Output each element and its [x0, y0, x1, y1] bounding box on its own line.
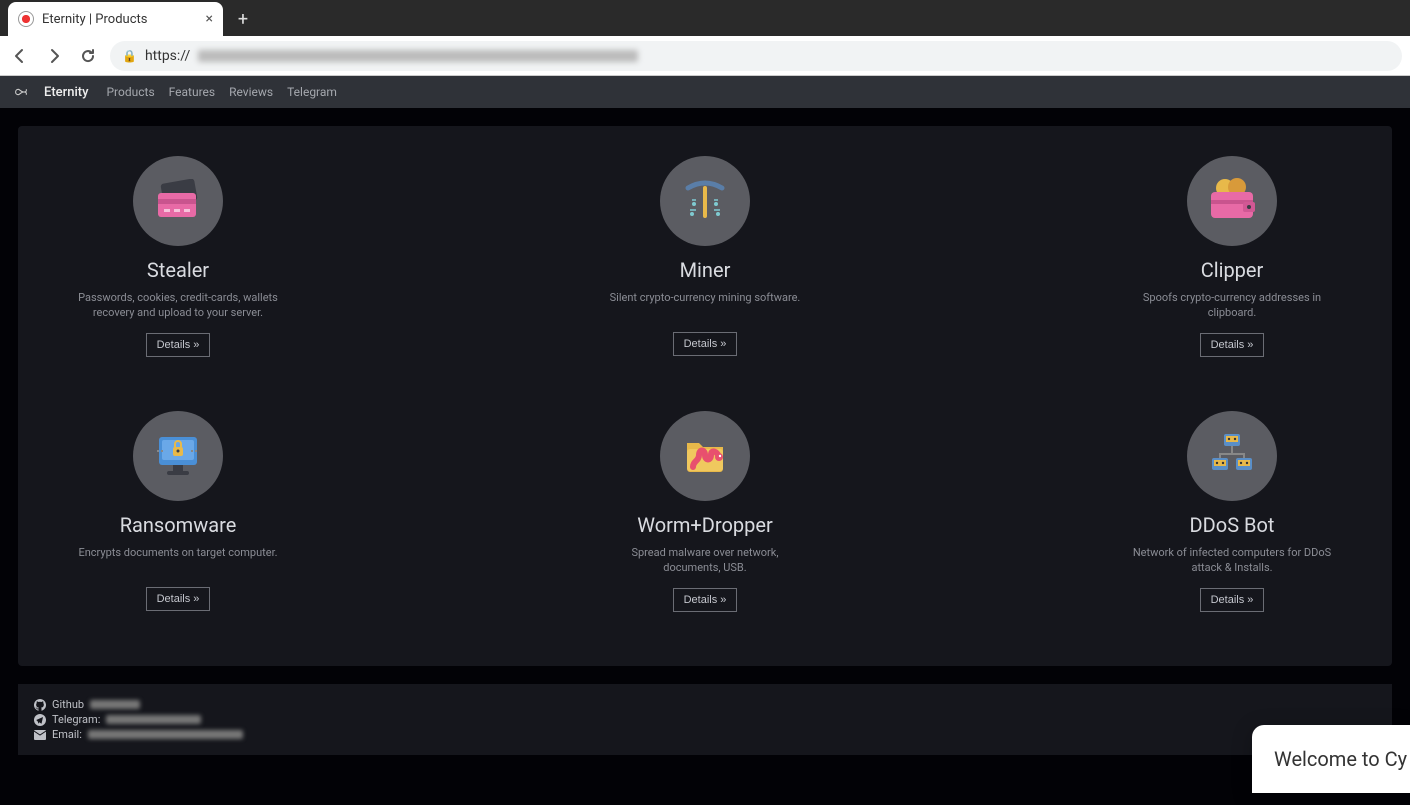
wallet-icon [1187, 156, 1277, 246]
product-desc: Spread malware over network, documents, … [605, 545, 805, 576]
product-title: Stealer [147, 258, 209, 282]
lock-icon: 🔒 [122, 49, 137, 63]
nav-link-reviews[interactable]: Reviews [229, 85, 273, 99]
tab-favicon [18, 11, 34, 27]
telegram-icon [34, 714, 46, 726]
site-navbar: Eternity Products Features Reviews Teleg… [0, 76, 1410, 108]
product-title: Clipper [1201, 258, 1264, 282]
redacted-text [106, 715, 201, 724]
back-button[interactable] [8, 44, 32, 68]
nav-link-features[interactable]: Features [169, 85, 215, 99]
product-card-ransomware: Ransomware Encrypts documents on target … [78, 411, 469, 636]
locked-monitor-icon [133, 411, 223, 501]
footer-email-label: Email: [52, 728, 82, 741]
product-grid: Stealer Passwords, cookies, credit-cards… [78, 156, 1332, 636]
browser-tab-active[interactable]: Eternity | Products × [8, 2, 223, 36]
product-card-clipper: Clipper Spoofs crypto-currency addresses… [941, 156, 1332, 381]
product-title: Worm+Dropper [637, 513, 772, 537]
redacted-text [88, 730, 243, 739]
product-title: DDoS Bot [1190, 513, 1275, 537]
products-panel: Stealer Passwords, cookies, credit-cards… [18, 126, 1392, 666]
footer-email[interactable]: Email: [34, 728, 1376, 741]
footer-github-label: Github [52, 698, 84, 711]
forward-button[interactable] [42, 44, 66, 68]
product-card-miner: Miner Silent crypto-currency mining soft… [509, 156, 900, 381]
reload-button[interactable] [76, 44, 100, 68]
browser-tab-bar: Eternity | Products × + [0, 0, 1410, 36]
product-desc: Silent crypto-currency mining software. [610, 290, 801, 320]
email-icon [34, 730, 46, 740]
new-tab-button[interactable]: + [229, 5, 257, 33]
details-button[interactable]: Details » [673, 332, 738, 356]
product-title: Miner [680, 258, 731, 282]
product-card-worm-dropper: Worm+Dropper Spread malware over network… [509, 411, 900, 636]
nav-link-telegram[interactable]: Telegram [287, 85, 337, 99]
footer-github[interactable]: Github [34, 698, 1376, 711]
product-title: Ransomware [120, 513, 237, 537]
page-background: Stealer Passwords, cookies, credit-cards… [0, 108, 1410, 805]
footer-telegram[interactable]: Telegram: [34, 713, 1376, 726]
pickaxe-icon [660, 156, 750, 246]
details-button[interactable]: Details » [146, 333, 211, 357]
details-button[interactable]: Details » [1200, 588, 1265, 612]
github-icon [34, 699, 46, 711]
url-input[interactable]: 🔒 https:// [110, 41, 1402, 71]
details-button[interactable]: Details » [1200, 333, 1265, 357]
tab-title: Eternity | Products [42, 12, 198, 27]
footer: Github Telegram: Email: [18, 684, 1392, 755]
product-desc: Passwords, cookies, credit-cards, wallet… [78, 290, 278, 321]
url-redacted [198, 50, 638, 62]
footer-telegram-label: Telegram: [52, 713, 100, 726]
product-card-stealer: Stealer Passwords, cookies, credit-cards… [78, 156, 469, 381]
details-button[interactable]: Details » [673, 588, 738, 612]
brand-label[interactable]: Eternity [44, 85, 88, 100]
redacted-text [90, 700, 140, 709]
product-desc: Spoofs crypto-currency addresses in clip… [1132, 290, 1332, 321]
botnet-icon [1187, 411, 1277, 501]
product-desc: Network of infected computers for DDoS a… [1132, 545, 1332, 576]
infinity-logo-icon [12, 83, 30, 101]
product-desc: Encrypts documents on target computer. [78, 545, 277, 575]
nav-link-products[interactable]: Products [106, 85, 154, 99]
product-card-ddos-bot: DDoS Bot Network of infected computers f… [941, 411, 1332, 636]
credit-card-icon [133, 156, 223, 246]
welcome-text: Welcome to Cy [1274, 747, 1407, 771]
worm-folder-icon [660, 411, 750, 501]
url-prefix-text: https:// [145, 48, 190, 64]
tab-close-icon[interactable]: × [206, 11, 213, 27]
details-button[interactable]: Details » [146, 587, 211, 611]
welcome-popup[interactable]: Welcome to Cy [1252, 725, 1410, 793]
browser-address-bar: 🔒 https:// [0, 36, 1410, 76]
